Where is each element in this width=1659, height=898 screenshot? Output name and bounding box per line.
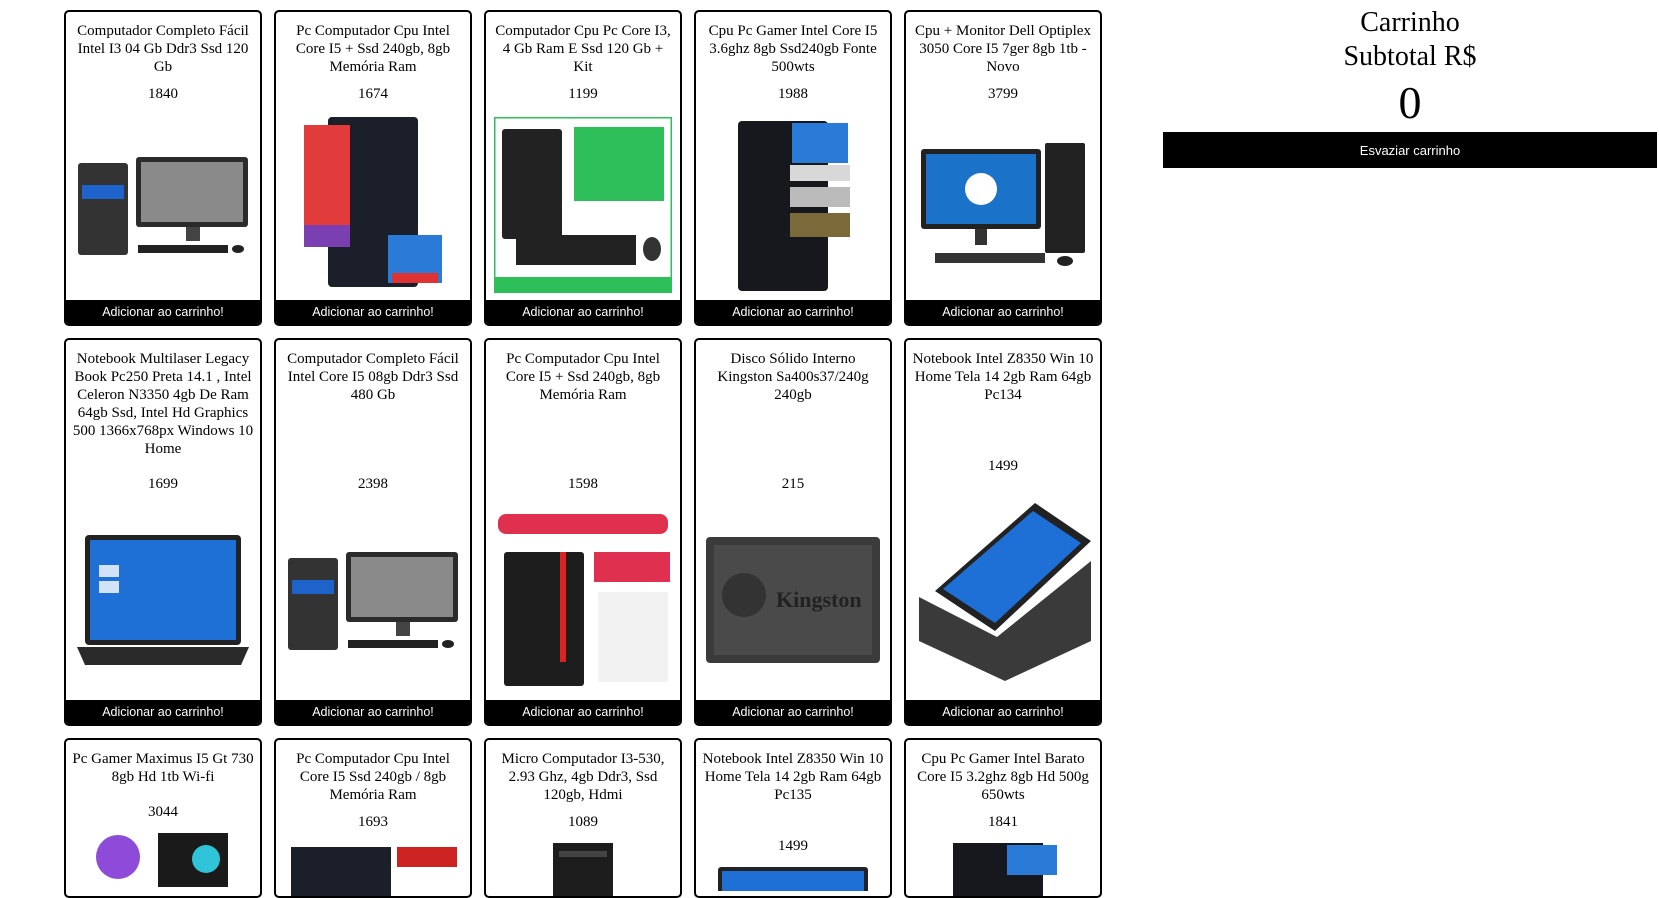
add-to-cart-button[interactable]: Adicionar ao carrinho!	[66, 700, 260, 724]
product-title: Micro Computador I3-530, 2.93 Ghz, 4gb D…	[501, 751, 665, 803]
tower-with-keyboard-icon	[494, 116, 672, 293]
product-price: 1699	[148, 476, 178, 492]
product-image	[493, 499, 673, 700]
desktop-with-monitor-icon	[288, 551, 458, 650]
product-title: Computador Completo Fácil Intel Core I5 …	[287, 351, 459, 403]
product-price: 3044	[148, 804, 178, 820]
product-price: 215	[781, 476, 805, 492]
laptop-windows-icon	[77, 534, 249, 665]
product-price: 1841	[988, 814, 1018, 830]
product-title: Pc Computador Cpu Intel Core I5 + Ssd 24…	[295, 23, 451, 75]
gamer-tower-icon	[953, 843, 1057, 896]
product-image: Kingston	[703, 499, 883, 700]
add-to-cart-button[interactable]: Adicionar ao carrinho!	[906, 700, 1100, 724]
gamer-tower-icon	[738, 120, 850, 291]
add-to-cart-button[interactable]: Adicionar ao carrinho!	[486, 700, 680, 724]
product-card: Computador Cpu Pc Core I3, 4 Gb Ram E Ss…	[484, 10, 682, 326]
product-card: Notebook Intel Z8350 Win 10 Home Tela 14…	[904, 338, 1102, 726]
product-card: Cpu + Monitor Dell Optiplex 3050 Core I5…	[904, 10, 1102, 326]
product-image	[913, 481, 1093, 700]
add-to-cart-button[interactable]: Adicionar ao carrinho!	[696, 300, 890, 324]
product-image	[73, 109, 253, 300]
product-title: Cpu + Monitor Dell Optiplex 3050 Core I5…	[915, 23, 1091, 75]
product-card: Cpu Pc Gamer Intel Core I5 3.6ghz 8gb Ss…	[694, 10, 892, 326]
product-price: 1693	[358, 814, 388, 830]
product-price: 1598	[568, 476, 598, 492]
product-card: Pc Computador Cpu Intel Core I5 + Ssd 24…	[274, 10, 472, 326]
add-to-cart-button[interactable]: Adicionar ao carrinho!	[276, 700, 470, 724]
product-card: Micro Computador I3-530, 2.93 Ghz, 4gb D…	[484, 738, 682, 898]
product-card: Computador Completo Fácil Intel I3 04 Gb…	[64, 10, 262, 326]
product-image	[283, 499, 463, 700]
product-title: Notebook Intel Z8350 Win 10 Home Tela 14…	[702, 751, 884, 803]
add-to-cart-button[interactable]: Adicionar ao carrinho!	[696, 700, 890, 724]
tower-front-icon	[553, 843, 613, 896]
tower-case-icon	[291, 847, 457, 896]
add-to-cart-button[interactable]: Adicionar ao carrinho!	[906, 300, 1100, 324]
product-grid: Computador Completo Fácil Intel I3 04 Gb…	[64, 10, 1102, 898]
product-price: 1840	[148, 86, 178, 102]
empty-cart-button[interactable]: Esvaziar carrinho	[1163, 132, 1657, 168]
product-title: Notebook Intel Z8350 Win 10 Home Tela 14…	[912, 351, 1094, 403]
cart-subtotal-label: Subtotal R$	[1343, 41, 1477, 72]
cart-total: 0	[1398, 77, 1422, 128]
promo-tower-icon	[494, 511, 672, 688]
dell-desktop-icon	[921, 142, 1085, 266]
add-to-cart-button[interactable]: Adicionar ao carrinho!	[486, 300, 680, 324]
product-card: Notebook Intel Z8350 Win 10 Home Tela 14…	[694, 738, 892, 898]
cart-panel: Carrinho Subtotal R$ 0 Esvaziar carrinho	[1163, 6, 1657, 168]
product-price: 3799	[988, 86, 1018, 102]
add-to-cart-button[interactable]: Adicionar ao carrinho!	[276, 300, 470, 324]
laptop-blue-icon	[718, 867, 868, 891]
product-title: Notebook Multilaser Legacy Book Pc250 Pr…	[72, 351, 254, 457]
product-title: Disco Sólido Interno Kingston Sa400s37/2…	[717, 351, 869, 403]
product-price: 1089	[568, 814, 598, 830]
gamer-rgb-icon	[96, 833, 228, 887]
tower-case-icon	[304, 116, 442, 287]
product-image	[703, 109, 883, 300]
product-image	[283, 109, 463, 300]
svg-text:Kingston: Kingston	[776, 587, 862, 612]
product-image	[913, 837, 1093, 896]
product-title: Cpu Pc Gamer Intel Barato Core I5 3.2ghz…	[917, 751, 1089, 803]
desktop-with-monitor-icon	[78, 156, 248, 255]
product-price: 1988	[778, 86, 808, 102]
product-image	[913, 109, 1093, 300]
kingston-ssd-icon: Kingston	[706, 536, 880, 663]
product-title: Computador Completo Fácil Intel I3 04 Gb…	[77, 23, 249, 75]
product-image	[493, 837, 673, 896]
product-card: Computador Completo Fácil Intel Core I5 …	[274, 338, 472, 726]
add-to-cart-button[interactable]: Adicionar ao carrinho!	[66, 300, 260, 324]
product-price: 1499	[778, 838, 808, 854]
product-image	[493, 109, 673, 300]
product-card: Cpu Pc Gamer Intel Barato Core I5 3.2ghz…	[904, 738, 1102, 898]
laptop-angled-icon	[919, 502, 1091, 681]
product-title: Pc Computador Cpu Intel Core I5 Ssd 240g…	[296, 751, 450, 803]
cart-title: Carrinho	[1360, 7, 1460, 38]
product-image	[283, 837, 463, 896]
product-title: Pc Computador Cpu Intel Core I5 + Ssd 24…	[505, 351, 661, 403]
product-image	[73, 499, 253, 700]
product-image	[73, 827, 253, 896]
product-price: 1499	[988, 458, 1018, 474]
product-card: Disco Sólido Interno Kingston Sa400s37/2…	[694, 338, 892, 726]
product-price: 1674	[358, 86, 388, 102]
product-image	[703, 861, 883, 896]
product-title: Computador Cpu Pc Core I3, 4 Gb Ram E Ss…	[495, 23, 671, 75]
product-price: 1199	[568, 86, 598, 102]
product-card: Pc Gamer Maximus I5 Gt 730 8gb Hd 1tb Wi…	[64, 738, 262, 898]
product-card: Notebook Multilaser Legacy Book Pc250 Pr…	[64, 338, 262, 726]
product-title: Pc Gamer Maximus I5 Gt 730 8gb Hd 1tb Wi…	[72, 751, 254, 785]
product-card: Pc Computador Cpu Intel Core I5 Ssd 240g…	[274, 738, 472, 898]
product-title: Cpu Pc Gamer Intel Core I5 3.6ghz 8gb Ss…	[708, 23, 878, 75]
product-card: Pc Computador Cpu Intel Core I5 + Ssd 24…	[484, 338, 682, 726]
product-price: 2398	[358, 476, 388, 492]
